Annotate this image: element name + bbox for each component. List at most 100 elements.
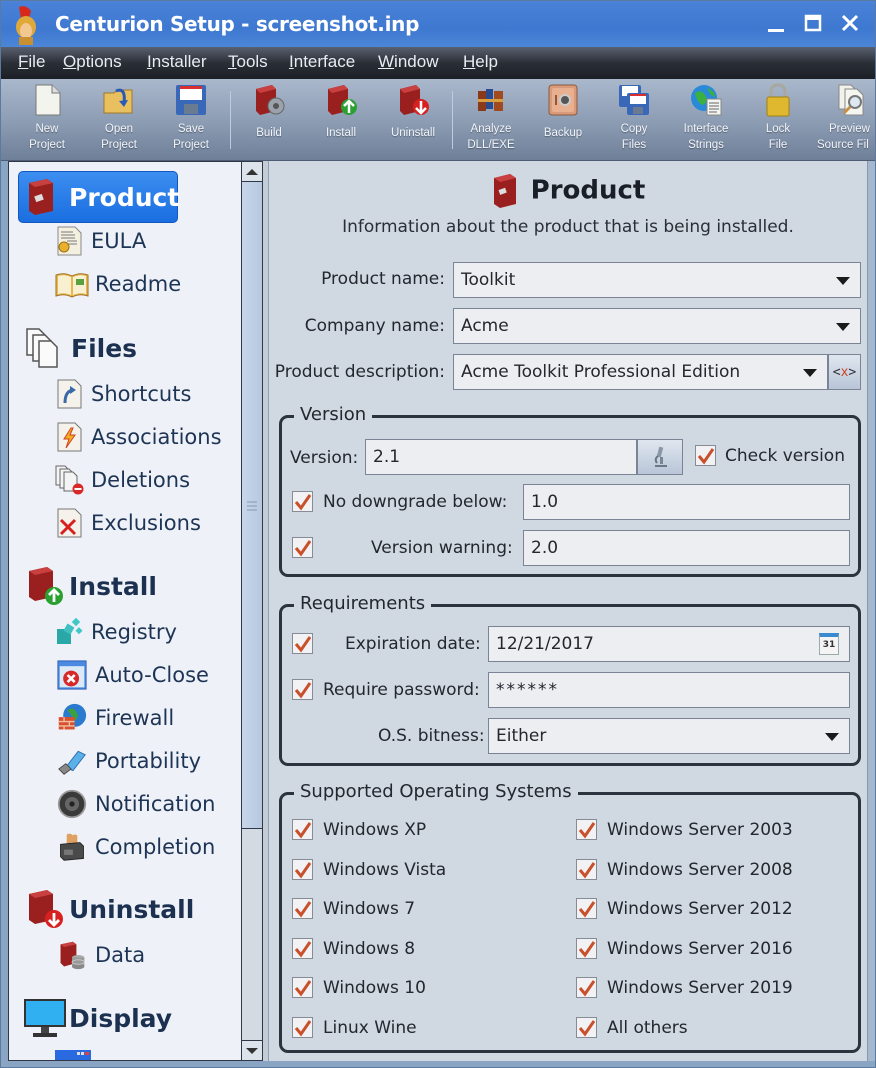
- variable-icon: <x>: [832, 364, 857, 380]
- os-checkbox-windows-10[interactable]: [292, 977, 313, 998]
- os-checkbox-windows-server-2003[interactable]: [576, 819, 597, 840]
- close-button[interactable]: [835, 9, 865, 39]
- version-group: Version Version: 2.1 Check version No do…: [279, 404, 861, 577]
- password-input[interactable]: ******: [488, 672, 850, 708]
- sidebar-item-registry[interactable]: Registry: [55, 617, 177, 647]
- no-downgrade-input[interactable]: 1.0: [523, 484, 850, 520]
- os-checkbox-all-others[interactable]: [576, 1016, 597, 1038]
- sidebar-section-product[interactable]: Product: [18, 171, 179, 223]
- new-document-icon: [35, 84, 61, 116]
- os-checkbox-windows-server-2019[interactable]: [576, 977, 597, 998]
- os-checkbox-windows-vista[interactable]: [292, 858, 313, 880]
- require-password-checkbox[interactable]: [292, 679, 313, 700]
- calendar-icon[interactable]: 31: [819, 633, 839, 655]
- sidebar-item-eula[interactable]: EULA: [55, 226, 146, 256]
- company-name-combobox[interactable]: Acme: [453, 308, 861, 344]
- install-box-icon: [29, 567, 63, 605]
- product-name-combobox[interactable]: Toolkit: [453, 262, 861, 298]
- sidebar-scrollbar[interactable]: [242, 161, 263, 1061]
- copy-files-button[interactable]: Copy Files: [598, 83, 670, 159]
- supported-os-group-title: Supported Operating Systems: [294, 781, 578, 803]
- sidebar-section-uninstall[interactable]: Uninstall: [25, 888, 194, 930]
- os-checkbox-windows-xp[interactable]: [292, 819, 313, 840]
- sidebar-item-exclusions[interactable]: Exclusions: [55, 508, 201, 538]
- os-checkbox-windows-server-2016[interactable]: [576, 937, 597, 959]
- os-checkbox-windows-7[interactable]: [292, 898, 313, 919]
- menu-tools[interactable]: Tools: [228, 52, 268, 72]
- sidebar-item-data[interactable]: Data: [55, 940, 145, 970]
- preview-source-file-button[interactable]: Preview Source Fil: [811, 83, 875, 159]
- safe-icon: [548, 84, 578, 116]
- toolbar-label: New: [35, 123, 59, 135]
- os-checkbox-linux-wine[interactable]: [292, 1016, 313, 1038]
- sidebar-item-completion[interactable]: Completion: [55, 832, 215, 862]
- check-version-checkbox[interactable]: [695, 445, 716, 466]
- sidebar-section-install[interactable]: Install: [25, 565, 157, 607]
- os-checkbox-windows-server-2008[interactable]: [576, 858, 597, 880]
- product-description-combobox[interactable]: Acme Toolkit Professional Edition: [453, 354, 828, 390]
- insert-variable-button[interactable]: <x>: [828, 354, 861, 390]
- os-checkbox-label: Windows 7: [323, 899, 416, 919]
- version-group-title: Version: [294, 404, 373, 426]
- sidebar-item-readme[interactable]: Readme: [55, 269, 181, 299]
- checkmark-icon: [578, 901, 596, 918]
- save-project-button[interactable]: Save Project: [155, 83, 227, 159]
- sidebar-section-display[interactable]: Display: [23, 998, 172, 1038]
- sidebar-item-partial[interactable]: [55, 1050, 97, 1060]
- os-checkbox-windows-server-2012[interactable]: [576, 898, 597, 919]
- maximize-button[interactable]: [798, 9, 828, 39]
- expiration-date-value: 12/21/2017: [496, 634, 594, 654]
- detect-version-button[interactable]: [637, 439, 683, 475]
- sidebar-section-files[interactable]: Files: [25, 327, 137, 369]
- version-warning-checkbox[interactable]: [292, 537, 313, 558]
- os-bitness-select[interactable]: Either: [488, 718, 850, 754]
- build-button[interactable]: Build: [233, 83, 305, 159]
- lock-file-button[interactable]: Lock File: [742, 83, 814, 159]
- menu-help[interactable]: Help: [463, 52, 498, 72]
- dropdown-arrow-icon[interactable]: [836, 323, 850, 331]
- sidebar-item-label: EULA: [91, 229, 147, 253]
- uninstall-button[interactable]: Uninstall: [377, 83, 449, 159]
- menu-options[interactable]: Options: [63, 52, 122, 72]
- os-checkbox-label: Windows Server 2008: [607, 859, 793, 880]
- toolbar-separator: [452, 91, 453, 149]
- sidebar-item-firewall[interactable]: Firewall: [55, 703, 174, 733]
- menu-installer[interactable]: Installer: [147, 52, 207, 72]
- version-warning-input[interactable]: 2.0: [523, 530, 850, 566]
- menu-interface[interactable]: Interface: [289, 52, 355, 72]
- shortcut-document-icon: [57, 379, 82, 409]
- sidebar-item-associations[interactable]: Associations: [55, 422, 222, 452]
- sidebar-item-shortcuts[interactable]: Shortcuts: [55, 379, 191, 409]
- no-downgrade-checkbox[interactable]: [292, 491, 313, 512]
- expiration-date-picker[interactable]: 12/21/2017 31: [488, 626, 850, 662]
- scroll-up-button[interactable]: [242, 162, 262, 182]
- menu-window[interactable]: Window: [378, 52, 438, 72]
- sidebar-item-label: Data: [95, 943, 146, 967]
- menu-file[interactable]: File: [18, 52, 45, 72]
- expiration-date-checkbox[interactable]: [292, 633, 313, 654]
- analyze-dll-exe-button[interactable]: Analyze DLL/EXE: [455, 83, 527, 159]
- sidebar-item-label: Firewall: [95, 706, 175, 730]
- version-input[interactable]: 2.1: [365, 439, 637, 475]
- dropdown-arrow-icon[interactable]: [836, 277, 850, 285]
- backup-button[interactable]: Backup: [527, 83, 599, 159]
- sidebar-item-portability[interactable]: Portability: [55, 746, 201, 776]
- sidebar-item-auto-close[interactable]: Auto-Close: [55, 660, 209, 690]
- minimize-button[interactable]: [761, 9, 791, 39]
- install-button[interactable]: Install: [305, 83, 377, 159]
- os-checkbox-windows-8[interactable]: [292, 937, 313, 959]
- scroll-down-button[interactable]: [242, 1040, 262, 1060]
- new-project-button[interactable]: New Project: [11, 83, 83, 159]
- window-title: Centurion Setup - screenshot.inp: [55, 12, 420, 36]
- os-checkbox-label: Windows Server 2012: [607, 899, 793, 919]
- sidebar-item-deletions[interactable]: Deletions: [55, 465, 190, 495]
- title-bar[interactable]: Centurion Setup - screenshot.inp: [1, 1, 875, 47]
- sidebar-item-label: Readme: [95, 272, 182, 296]
- sidebar-item-notification[interactable]: Notification: [55, 789, 216, 819]
- open-project-button[interactable]: Open Project: [83, 83, 155, 159]
- toaster-icon: [60, 833, 84, 861]
- dropdown-arrow-icon[interactable]: [825, 733, 839, 741]
- x-document-icon: [57, 508, 82, 538]
- interface-strings-button[interactable]: Interface Strings: [670, 83, 742, 159]
- dropdown-arrow-icon[interactable]: [803, 369, 817, 377]
